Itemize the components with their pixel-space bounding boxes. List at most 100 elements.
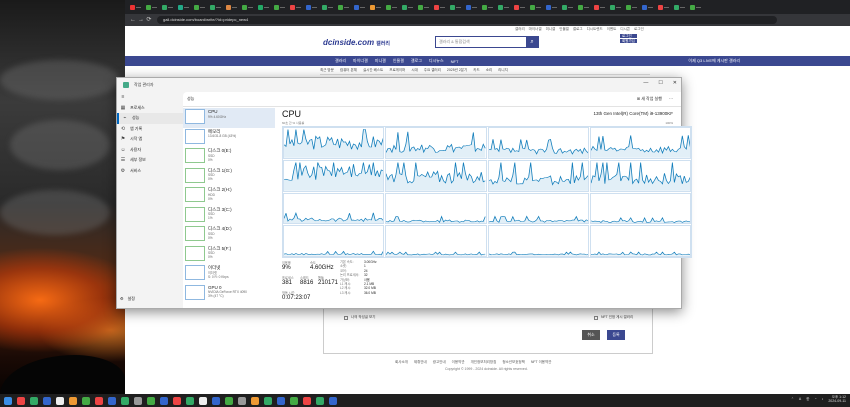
- taskbar-app-icon[interactable]: [238, 396, 246, 405]
- browser-tab[interactable]: [609, 3, 623, 12]
- taskbar-app-icon[interactable]: [277, 396, 285, 405]
- dc-nav-item[interactable]: 갤러리: [335, 58, 346, 64]
- browser-tab[interactable]: [305, 3, 319, 12]
- browser-tab[interactable]: [529, 3, 543, 12]
- clock[interactable]: 오후 1:12 2024-09-11: [828, 395, 846, 403]
- taskbar-app-icon[interactable]: [212, 396, 220, 405]
- taskbar-app-icon[interactable]: [134, 396, 142, 405]
- browser-tab[interactable]: [209, 3, 223, 12]
- taskbar-app-icon[interactable]: [173, 396, 181, 405]
- browser-tab[interactable]: [641, 3, 655, 12]
- dc-nav-item[interactable]: 갤로그: [411, 58, 422, 64]
- taskbar-app-icon[interactable]: [108, 396, 116, 405]
- browser-tab[interactable]: [449, 3, 463, 12]
- address-bar[interactable]: gall.dcinside.com/board/write/?id=pridep…: [157, 16, 777, 24]
- dc-login-button[interactable]: 로그인: [620, 34, 637, 38]
- taskbar-app-icon[interactable]: [160, 396, 168, 405]
- browser-tab[interactable]: [561, 3, 575, 12]
- dc-footer-link[interactable]: 청소년보호정책: [502, 360, 525, 365]
- taskbar-app-icon[interactable]: [30, 396, 38, 405]
- dc-footer-link[interactable]: 개인정보처리방침: [471, 360, 497, 365]
- device-item[interactable]: GPU 0 NVIDIA GeForce RTX 4090 3% (47 °C): [183, 284, 275, 304]
- dc-top-link[interactable]: 마이너갤: [529, 27, 542, 32]
- browser-tab[interactable]: [129, 3, 143, 12]
- minimize-icon[interactable]: —: [643, 80, 648, 86]
- taskbar-app-icon[interactable]: [17, 396, 25, 405]
- dc-top-link[interactable]: 갤로그: [573, 27, 583, 32]
- dc-login-button[interactable]: 회원가입: [620, 39, 637, 43]
- device-item[interactable]: 디스크 2(H:) HDD 0%: [183, 186, 275, 206]
- browser-tab[interactable]: [337, 3, 351, 12]
- taskbar-app-icon[interactable]: [43, 396, 51, 405]
- more-icon[interactable]: ···: [669, 96, 673, 101]
- dc-nav-item[interactable]: 마이너갤: [353, 58, 368, 64]
- sidebar-item[interactable]: ⟲ 앱 기록: [117, 124, 183, 135]
- browser-tab[interactable]: [417, 3, 431, 12]
- back-icon[interactable]: ←: [129, 16, 137, 24]
- device-item[interactable]: 디스크 3(C:) SSD 1%: [183, 206, 275, 226]
- checkbox[interactable]: [344, 315, 348, 320]
- dc-subnav-item[interactable]: 소리: [486, 68, 492, 73]
- dc-subnav-item[interactable]: 프로게이머: [389, 68, 405, 73]
- browser-tab[interactable]: [257, 3, 271, 12]
- browser-tab[interactable]: [321, 3, 335, 12]
- dc-subnav-item[interactable]: 시대: [411, 68, 417, 73]
- browser-tab[interactable]: [497, 3, 511, 12]
- taskbar-app-icon[interactable]: [303, 396, 311, 405]
- device-item[interactable]: CPU 9% 4.60GHz: [183, 108, 275, 128]
- maximize-icon[interactable]: ☐: [658, 80, 662, 86]
- dc-footer-link[interactable]: 이용약관: [452, 360, 465, 365]
- forward-icon[interactable]: →: [137, 16, 145, 24]
- dc-subnav-item[interactable]: 2025년 2분기: [447, 68, 467, 73]
- start-icon[interactable]: [4, 396, 12, 405]
- cancel-button[interactable]: 취소: [582, 330, 600, 340]
- sidebar-item[interactable]: ▦ 프로세스: [117, 103, 183, 114]
- device-item[interactable]: 이더넷 이더넷 S: 0 R: 0 Kbps: [183, 264, 275, 284]
- browser-tab[interactable]: [241, 3, 255, 12]
- browser-tab[interactable]: [177, 3, 191, 12]
- taskbar-app-icon[interactable]: [290, 396, 298, 405]
- dc-search-box[interactable]: 갤러리 & 통합검색 ⌕: [435, 36, 539, 48]
- taskbar-app-icon[interactable]: [329, 396, 337, 405]
- browser-tab[interactable]: [145, 3, 159, 12]
- browser-tab[interactable]: [625, 3, 639, 12]
- volume-icon[interactable]: ♪: [822, 397, 824, 401]
- tray-lang[interactable]: A: [799, 397, 801, 401]
- hamburger-menu[interactable]: ≡: [117, 92, 183, 103]
- browser-tab[interactable]: [673, 3, 687, 12]
- taskbar-app-icon[interactable]: [225, 396, 233, 405]
- taskbar-app-icon[interactable]: [251, 396, 259, 405]
- browser-tab[interactable]: [273, 3, 287, 12]
- dc-nav-item[interactable]: 미니갤: [375, 58, 386, 64]
- taskbar-app-icon[interactable]: [199, 396, 207, 405]
- browser-tab[interactable]: [225, 3, 239, 12]
- browser-tab[interactable]: [353, 3, 367, 12]
- dc-subnav-item[interactable]: 실시간 베스트: [363, 68, 383, 73]
- taskbar-app-icon[interactable]: [264, 396, 272, 405]
- browser-tab[interactable]: [465, 3, 479, 12]
- browser-tab[interactable]: [289, 3, 303, 12]
- device-item[interactable]: 디스크 0(E:) SSD 0%: [183, 147, 275, 167]
- dc-logo[interactable]: dcinside.com 갤러리: [323, 38, 390, 47]
- browser-tab[interactable]: [193, 3, 207, 12]
- dc-footer-link[interactable]: 회사소개: [395, 360, 408, 365]
- dc-nav-item[interactable]: NFT: [451, 59, 459, 64]
- browser-tab[interactable]: [545, 3, 559, 12]
- taskbar-app-icon[interactable]: [95, 396, 103, 405]
- search-icon[interactable]: ⌕: [526, 37, 538, 47]
- sidebar-item[interactable]: ⚑ 시작 앱: [117, 134, 183, 145]
- browser-tab[interactable]: [161, 3, 175, 12]
- dc-top-link[interactable]: 미니갤: [546, 27, 556, 32]
- dc-subnav-item[interactable]: 컴퓨터 본체: [340, 68, 357, 73]
- taskbar-app-icon[interactable]: [56, 396, 64, 405]
- dc-nav-right[interactable]: 이제 Q3 LIVE에 게시판 갤러리: [688, 58, 740, 64]
- dc-footer-link[interactable]: 광고안내: [433, 360, 446, 365]
- dc-top-link[interactable]: 갤러리: [515, 27, 525, 32]
- dc-subnav-item[interactable]: 카드: [473, 68, 479, 73]
- sidebar-item[interactable]: ⚙ 서비스: [117, 166, 183, 177]
- browser-tab[interactable]: [385, 3, 399, 12]
- dc-top-link[interactable]: 디시콘: [620, 27, 630, 32]
- taskbar-app-icon[interactable]: [316, 396, 324, 405]
- tray-ime[interactable]: 한: [806, 397, 809, 402]
- taskbar-app-icon[interactable]: [121, 396, 129, 405]
